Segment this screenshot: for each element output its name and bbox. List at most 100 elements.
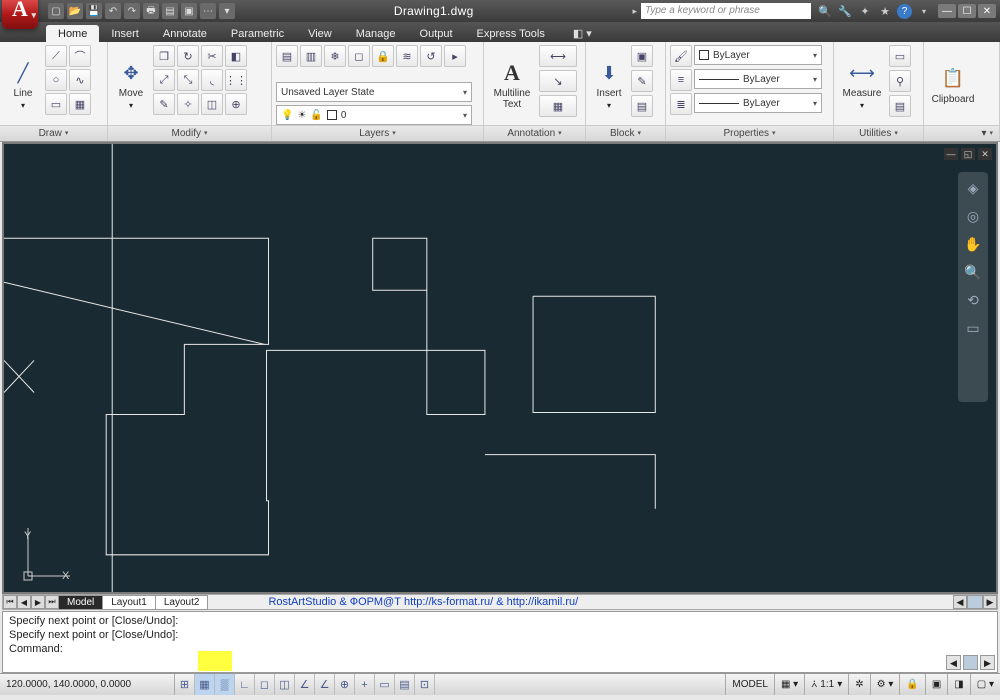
qat-open-icon[interactable]: 📂 <box>67 3 83 19</box>
sc-icon[interactable]: ⊡ <box>415 674 435 695</box>
coordinates[interactable]: 120.0000, 140.0000, 0.0000 <box>0 674 175 695</box>
app-menu[interactable]: A <box>0 0 40 31</box>
hscroll-thumb[interactable] <box>967 595 983 609</box>
doc-minimize-icon[interactable]: — <box>944 148 958 160</box>
exchange-icon[interactable]: ✦ <box>857 3 873 19</box>
layer-lock-icon[interactable]: 🔒 <box>372 45 394 67</box>
panel-clipboard-title[interactable]: ▾ <box>924 125 999 141</box>
trim-icon[interactable]: ✂ <box>201 45 223 67</box>
search-icon[interactable]: 🔍 <box>817 3 833 19</box>
hscroll-right-icon[interactable]: ▶ <box>983 595 997 609</box>
tab-view[interactable]: View <box>296 25 344 42</box>
close-button[interactable]: ✕ <box>978 4 996 18</box>
qat-redo-icon[interactable]: ↷ <box>124 3 140 19</box>
layout-first-icon[interactable]: ⏮ <box>3 595 17 609</box>
qat-publish-icon[interactable]: ▣ <box>181 3 197 19</box>
panel-layers-title[interactable]: Layers <box>272 125 483 141</box>
rectangle-icon[interactable]: ▭ <box>45 93 67 115</box>
select-icon[interactable]: ▭ <box>889 45 911 67</box>
tab-manage[interactable]: Manage <box>344 25 408 42</box>
qat-plot-icon[interactable]: ▤ <box>162 3 178 19</box>
help-icon[interactable]: ? <box>897 4 912 19</box>
qat-save-icon[interactable]: 💾 <box>86 3 102 19</box>
hardware-icon[interactable]: ▣ <box>925 674 947 695</box>
hatch-icon[interactable]: ▦ <box>69 93 91 115</box>
ortho-icon[interactable]: ▒ <box>215 674 235 695</box>
create-block-icon[interactable]: ▣ <box>631 45 653 67</box>
layer-walk-icon[interactable]: ▸ <box>444 45 466 67</box>
insert-button[interactable]: ⬇ Insert ▾ <box>590 45 628 125</box>
dim-linear-icon[interactable]: ⟷ <box>539 45 577 67</box>
favorite-icon[interactable]: ★ <box>877 3 893 19</box>
join-icon[interactable]: ⊕ <box>225 93 247 115</box>
tab-annotate[interactable]: Annotate <box>151 25 219 42</box>
qselect-icon[interactable]: ⚲ <box>889 70 911 92</box>
tpy-icon[interactable]: ▭ <box>375 674 395 695</box>
cmd-scroll-thumb[interactable] <box>963 655 978 670</box>
iso-icon[interactable]: ◨ <box>947 674 969 695</box>
doc-close-icon[interactable]: ✕ <box>978 148 992 160</box>
tab-express[interactable]: Express Tools <box>465 25 557 42</box>
mtext-button[interactable]: A Multiline Text <box>488 45 536 125</box>
help-dropdown-icon[interactable]: ▾ <box>916 3 932 19</box>
clean-screen-icon[interactable]: ▢ ▾ <box>970 674 1000 695</box>
minimize-button[interactable]: — <box>938 4 956 18</box>
array-icon[interactable]: ⋮⋮ <box>225 69 247 91</box>
erase-icon[interactable]: ✎ <box>153 93 175 115</box>
layer-iso-icon[interactable]: ▥ <box>300 45 322 67</box>
tab-parametric[interactable]: Parametric <box>219 25 296 42</box>
fillet-icon[interactable]: ◟ <box>201 69 223 91</box>
panel-annotation-title[interactable]: Annotation <box>484 125 585 141</box>
dyn-icon[interactable]: ⊕ <box>335 674 355 695</box>
layout-next-icon[interactable]: ▶ <box>31 595 45 609</box>
hscroll-left-icon[interactable]: ◀ <box>953 595 967 609</box>
layout-last-icon[interactable]: ⏭ <box>45 595 59 609</box>
rotate-icon[interactable]: ↻ <box>177 45 199 67</box>
annovis-icon[interactable]: ✲ <box>848 674 869 695</box>
ws-icon[interactable]: ⚙ ▾ <box>870 674 900 695</box>
panel-properties-title[interactable]: Properties <box>666 125 833 141</box>
linetype-combo[interactable]: ByLayer▾ <box>694 69 822 89</box>
attr-icon[interactable]: ▤ <box>631 95 653 117</box>
panel-block-title[interactable]: Block <box>586 125 665 141</box>
explode-icon[interactable]: ✧ <box>177 93 199 115</box>
circle-icon[interactable]: ○ <box>45 69 67 91</box>
ducs-icon[interactable]: ∠ <box>315 674 335 695</box>
layout-tab-model[interactable]: Model <box>58 595 103 610</box>
credit-link[interactable]: RostArtStudio & ФОРМ@Т http://ks-format.… <box>268 596 578 608</box>
layer-current-combo[interactable]: 💡 ☀ 🔓 0 ▾ <box>276 105 472 125</box>
key-icon[interactable]: 🔧 <box>837 3 853 19</box>
edit-block-icon[interactable]: ✎ <box>631 70 653 92</box>
stretch-icon[interactable]: ⤢ <box>153 69 175 91</box>
tab-home[interactable]: Home <box>46 25 99 42</box>
cmd-scroll-right-icon[interactable]: ▶ <box>980 655 995 670</box>
search-input[interactable]: Type a keyword or phrase <box>641 3 811 19</box>
qat-undo-icon[interactable]: ↶ <box>105 3 121 19</box>
layer-state-combo[interactable]: Unsaved Layer State▾ <box>276 82 472 102</box>
layer-off-icon[interactable]: ◻ <box>348 45 370 67</box>
qat-print-icon[interactable]: 🖶 <box>143 3 159 19</box>
offset-icon[interactable]: ◫ <box>201 93 223 115</box>
panel-utilities-title[interactable]: Utilities <box>834 125 923 141</box>
qp-icon[interactable]: ▤ <box>395 674 415 695</box>
otrack-icon[interactable]: ∠ <box>295 674 315 695</box>
table-icon[interactable]: ▦ <box>539 95 577 117</box>
layout-tab-1[interactable]: Layout1 <box>102 595 156 610</box>
lweight-icon[interactable]: ≣ <box>670 93 692 115</box>
lwt-icon[interactable]: + <box>355 674 375 695</box>
arc-icon[interactable]: ⌒ <box>69 45 91 67</box>
doc-restore-icon[interactable]: ◱ <box>961 148 975 160</box>
calc-icon[interactable]: ▤ <box>889 95 911 117</box>
grid-icon[interactable]: ▦ <box>195 674 215 695</box>
model-space-toggle[interactable]: MODEL <box>725 674 774 695</box>
move-button[interactable]: ✥ Move ▾ <box>112 45 150 125</box>
tab-extra-icon[interactable]: ◧ ▾ <box>567 25 598 42</box>
polyline-icon[interactable]: ⟋ <box>45 45 67 67</box>
maximize-button[interactable]: ☐ <box>958 4 976 18</box>
layer-freeze-icon[interactable]: ❄ <box>324 45 346 67</box>
drawing-canvas[interactable]: — ◱ ✕ ◈ ◎ ✋ 🔍 ⟲ ▭ YX <box>2 142 998 594</box>
spline-icon[interactable]: ∿ <box>69 69 91 91</box>
panel-modify-title[interactable]: Modify <box>108 125 271 141</box>
scale-icon[interactable]: ⤡ <box>177 69 199 91</box>
layer-props-icon[interactable]: ▤ <box>276 45 298 67</box>
